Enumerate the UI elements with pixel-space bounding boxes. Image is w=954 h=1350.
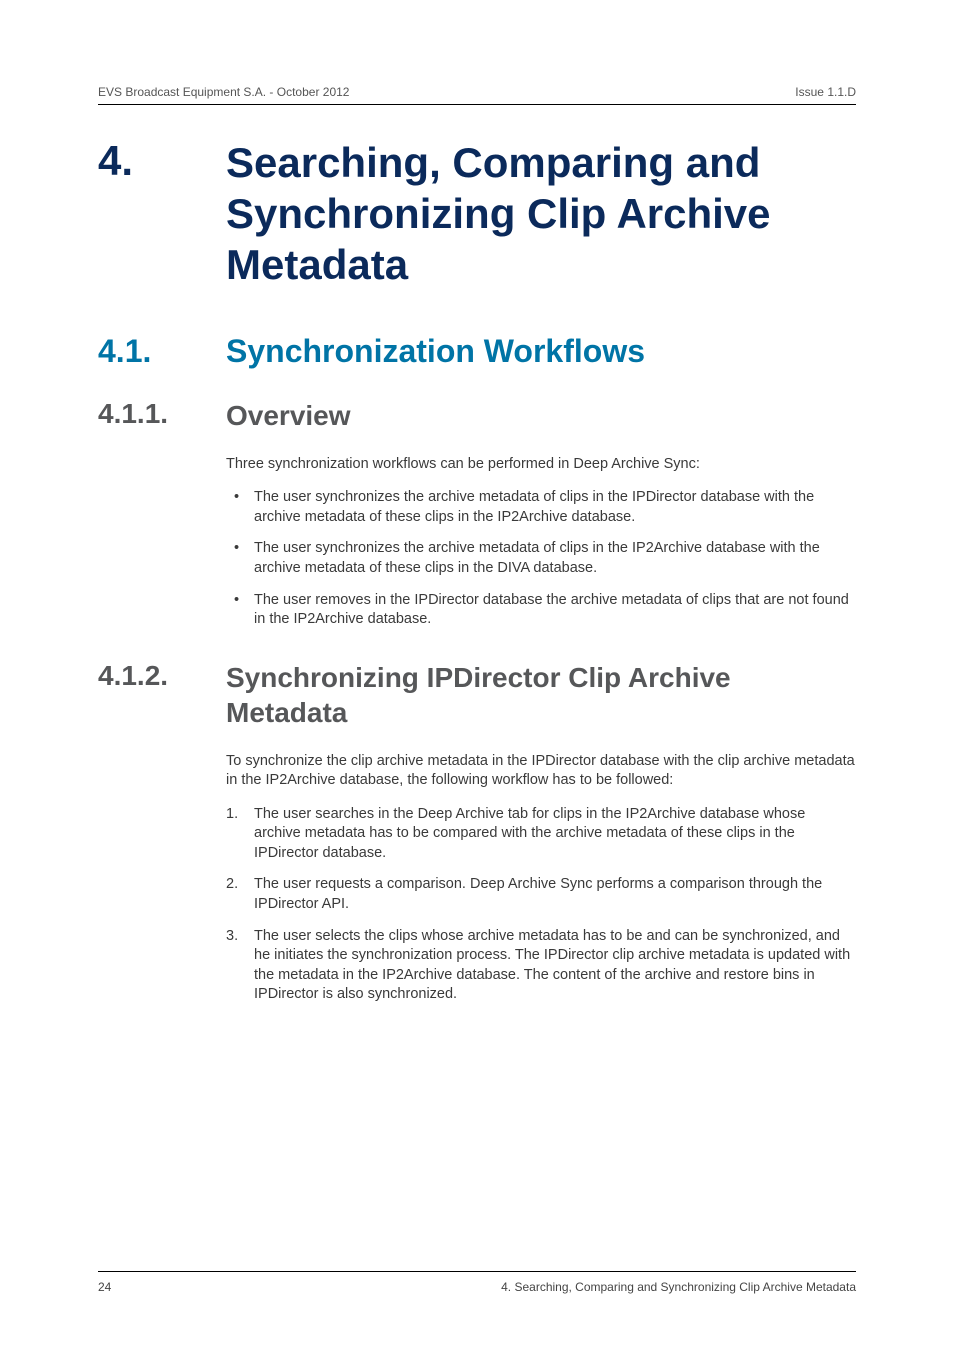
list-item: The user synchronizes the archive metada… xyxy=(226,488,856,527)
chapter-number: 4. xyxy=(98,137,226,185)
section-number: 4.1. xyxy=(98,333,226,370)
page-number: 24 xyxy=(98,1280,111,1294)
bullet-list: The user synchronizes the archive metada… xyxy=(226,488,856,629)
subsection-body: Three synchronization workflows can be p… xyxy=(226,455,856,630)
list-item: 2. The user requests a comparison. Deep A… xyxy=(226,875,856,914)
subsection-title: Synchronizing IPDirector Clip Archive Me… xyxy=(226,660,856,730)
subsection-overview: 4.1.1. Overview Three synchronization wo… xyxy=(98,398,856,630)
list-item: 1. The user searches in the Deep Archive … xyxy=(226,805,856,864)
list-item: 3. The user selects the clips whose archi… xyxy=(226,927,856,1005)
header-left-text: EVS Broadcast Equipment S.A. - October 2… xyxy=(98,85,349,99)
document-page: EVS Broadcast Equipment S.A. - October 2… xyxy=(0,0,954,1350)
numbered-list: 1. The user searches in the Deep Archive … xyxy=(226,805,856,1005)
step-text: The user searches in the Deep Archive ta… xyxy=(254,806,805,861)
subsection-body: To synchronize the clip archive metadata… xyxy=(226,752,856,1005)
intro-paragraph: Three synchronization workflows can be p… xyxy=(226,455,856,475)
header-right-text: Issue 1.1.D xyxy=(795,85,856,99)
page-header: EVS Broadcast Equipment S.A. - October 2… xyxy=(98,85,856,105)
chapter-title: Searching, Comparing and Synchronizing C… xyxy=(226,137,856,291)
step-number: 2. xyxy=(226,875,238,895)
step-text: The user selects the clips whose archive… xyxy=(254,928,850,1003)
step-number: 1. xyxy=(226,805,238,825)
chapter-heading: 4. Searching, Comparing and Synchronizin… xyxy=(98,137,856,291)
step-number: 3. xyxy=(226,927,238,947)
subsection-number: 4.1.2. xyxy=(98,660,226,692)
intro-paragraph: To synchronize the clip archive metadata… xyxy=(226,752,856,791)
subsection-sync: 4.1.2. Synchronizing IPDirector Clip Arc… xyxy=(98,660,856,1005)
page-footer: 24 4. Searching, Comparing and Synchroni… xyxy=(98,1271,856,1294)
section-heading: 4.1. Synchronization Workflows xyxy=(98,333,856,370)
subsection-number: 4.1.1. xyxy=(98,398,226,430)
subsection-heading: 4.1.1. Overview xyxy=(98,398,856,433)
subsection-heading: 4.1.2. Synchronizing IPDirector Clip Arc… xyxy=(98,660,856,730)
subsection-title: Overview xyxy=(226,398,351,433)
list-item: The user removes in the IPDirector datab… xyxy=(226,591,856,630)
section-title: Synchronization Workflows xyxy=(226,333,645,370)
list-item: The user synchronizes the archive metada… xyxy=(226,539,856,578)
step-text: The user requests a comparison. Deep Arc… xyxy=(254,876,822,912)
footer-chapter-ref: 4. Searching, Comparing and Synchronizin… xyxy=(501,1280,856,1294)
